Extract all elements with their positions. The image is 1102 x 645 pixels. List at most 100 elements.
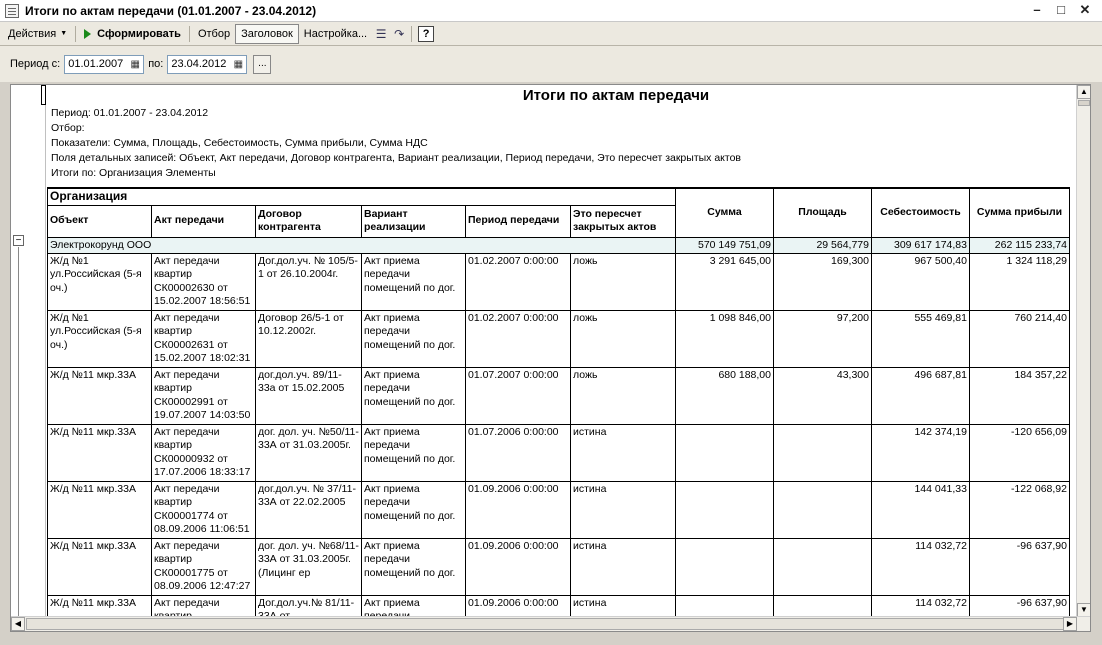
cell-sum: 3 291 645,00 bbox=[675, 252, 774, 311]
cell-profit: 760 214,40 bbox=[969, 309, 1070, 368]
column-header-act: Акт передачи bbox=[151, 204, 256, 238]
cell-contract: Дог.дол.уч. № 105/5-1 от 26.10.2004г. bbox=[255, 252, 362, 311]
help-icon[interactable]: ? bbox=[418, 25, 435, 42]
column-header-sum: Сумма bbox=[675, 187, 774, 238]
cell-object: Ж/д №11 мкр.33А bbox=[47, 366, 152, 425]
filter-button[interactable]: Отбор bbox=[193, 24, 235, 44]
restore-settings-icon[interactable]: ↷ bbox=[390, 25, 408, 43]
cell-sum: 680 188,00 bbox=[675, 366, 774, 425]
grouping-gutter: − bbox=[11, 85, 46, 617]
cell-period: 01.07.2007 0:00:00 bbox=[465, 366, 571, 425]
chevron-down-icon: ▼ bbox=[60, 29, 68, 37]
period-from-value: 01.01.2007 bbox=[68, 58, 124, 70]
cell-variant: Акт приема передачи помещений по дог. bbox=[361, 366, 466, 425]
report-document-icon bbox=[5, 3, 19, 18]
cell-contract: дог. дол. уч. №50/11-33А от 31.03.2005г. bbox=[255, 423, 362, 482]
cell-period: 01.09.2006 0:00:00 bbox=[465, 480, 571, 539]
cell-cost: 555 469,81 bbox=[871, 309, 970, 368]
cell-period: 01.02.2007 0:00:00 bbox=[465, 309, 571, 368]
report-period-line: Период: 01.01.2007 - 23.04.2012 bbox=[51, 107, 209, 119]
close-button[interactable]: ✕ bbox=[1076, 2, 1094, 18]
cell-sum bbox=[675, 537, 774, 596]
generate-button[interactable]: Сформировать bbox=[79, 24, 186, 44]
cell-area: 43,300 bbox=[773, 366, 872, 425]
column-header-area: Площадь bbox=[773, 187, 872, 238]
report-detail-fields-line: Поля детальных записей: Объект, Акт пере… bbox=[51, 152, 742, 164]
table-row[interactable]: Ж/д №11 мкр.33А Акт передачи квартир СК00… bbox=[47, 423, 1070, 482]
period-from-label: Период с: bbox=[10, 58, 61, 70]
cell-area bbox=[773, 423, 872, 482]
cell-variant: Акт приема передачи помещений по дог. bbox=[361, 309, 466, 368]
toolbar-separator bbox=[411, 25, 413, 42]
cell-recalc: истина bbox=[570, 423, 676, 482]
cell-sum bbox=[675, 423, 774, 482]
actions-menu[interactable]: Действия ▼ bbox=[3, 24, 72, 44]
cell-variant: Акт приема передачи помещений по дог. bbox=[361, 537, 466, 596]
org-column-header: Организация bbox=[47, 187, 676, 206]
cell-area bbox=[773, 480, 872, 539]
report-title: Итоги по актам передачи bbox=[522, 87, 710, 104]
save-settings-icon[interactable]: ☰ bbox=[372, 25, 390, 43]
window-controls: – □ ✕ bbox=[1028, 2, 1094, 18]
cell-contract: дог. дол. уч. №68/11-33А от 31.03.2005г.… bbox=[255, 537, 362, 596]
collapse-group-icon[interactable]: − bbox=[13, 235, 24, 246]
cell-profit: -122 068,92 bbox=[969, 480, 1070, 539]
cell-cost: 142 374,19 bbox=[871, 423, 970, 482]
horizontal-scroll-thumb[interactable] bbox=[26, 618, 1066, 630]
cell-act: Акт передачи квартир СК00002991 от 19.07… bbox=[151, 366, 256, 425]
cell-area bbox=[773, 537, 872, 596]
org-name: Электрокорунд ООО bbox=[47, 236, 676, 254]
window-title: Итоги по актам передачи (01.01.2007 - 23… bbox=[25, 3, 317, 18]
scroll-down-icon[interactable]: ▼ bbox=[1077, 603, 1090, 617]
period-from-field[interactable]: 01.01.2007 ▦ bbox=[64, 54, 145, 74]
play-icon bbox=[84, 28, 92, 39]
cell-cost: 144 041,33 bbox=[871, 480, 970, 539]
settings-button[interactable]: Настройка... bbox=[299, 24, 372, 44]
cell-profit: -96 637,90 bbox=[969, 537, 1070, 596]
calendar-icon[interactable]: ▦ bbox=[231, 57, 245, 72]
calendar-icon[interactable]: ▦ bbox=[128, 57, 142, 72]
table-row[interactable]: Ж/д №1 ул.Российская (5-я оч.) Акт переда… bbox=[47, 309, 1070, 368]
cell-profit: 1 324 118,29 bbox=[969, 252, 1070, 311]
vertical-scroll-thumb[interactable] bbox=[1078, 100, 1090, 106]
header-toggle-button[interactable]: Заголовок bbox=[235, 23, 299, 44]
cell-act: Акт передачи квартир СК00002631 от 15.02… bbox=[151, 309, 256, 368]
table-row[interactable]: Ж/д №11 мкр.33А Акт передачи квартир СК00… bbox=[47, 480, 1070, 539]
report-totals-line: Итоги по: Организация Элементы bbox=[51, 167, 216, 179]
scroll-left-icon[interactable]: ◀ bbox=[11, 617, 25, 631]
toolbar-separator bbox=[75, 25, 77, 42]
minimize-button[interactable]: – bbox=[1028, 2, 1046, 18]
maximize-button[interactable]: □ bbox=[1052, 2, 1070, 18]
cell-period: 01.09.2006 0:00:00 bbox=[465, 537, 571, 596]
vertical-scrollbar[interactable]: ▲ ▼ bbox=[1076, 85, 1090, 617]
period-to-field[interactable]: 23.04.2012 ▦ bbox=[167, 54, 248, 74]
cell-act: Акт передачи квартир СК00002630 от 15.02… bbox=[151, 252, 256, 311]
scroll-right-icon[interactable]: ▶ bbox=[1063, 617, 1077, 631]
cell-cost: 496 687,81 bbox=[871, 366, 970, 425]
period-to-value: 23.04.2012 bbox=[171, 58, 227, 70]
cell-recalc: истина bbox=[570, 537, 676, 596]
column-header-cost: Себестоимость bbox=[871, 187, 970, 238]
period-choose-button[interactable]: ... bbox=[253, 54, 272, 74]
cell-variant: Акт приема передачи помещений по дог. bbox=[361, 423, 466, 482]
period-to-label: по: bbox=[148, 58, 164, 70]
table-row[interactable]: Ж/д №11 мкр.33А Акт передачи квартир СК00… bbox=[47, 537, 1070, 596]
table-row[interactable]: Ж/д №1 ул.Российская (5-я оч.) Акт переда… bbox=[47, 252, 1070, 311]
cell-recalc: ложь bbox=[570, 366, 676, 425]
org-total-sum: 570 149 751,09 bbox=[675, 236, 774, 254]
scroll-up-icon[interactable]: ▲ bbox=[1077, 85, 1090, 99]
column-header-period: Период передачи bbox=[465, 204, 571, 238]
cell-area: 97,200 bbox=[773, 309, 872, 368]
command-bar: Действия ▼ Сформировать Отбор Заголовок … bbox=[0, 22, 1102, 46]
org-total-row[interactable]: Электрокорунд ООО 570 149 751,09 29 564,… bbox=[47, 236, 1070, 254]
horizontal-scrollbar[interactable]: ◀ ▶ bbox=[11, 616, 1090, 631]
cell-act: Акт передачи квартир СК00001775 от 08.09… bbox=[151, 537, 256, 596]
cell-object: Ж/д №11 мкр.33А bbox=[47, 480, 152, 539]
report-spreadsheet[interactable]: − Итоги по актам передачи Период: 01.01.… bbox=[10, 84, 1091, 632]
cell-cost: 967 500,40 bbox=[871, 252, 970, 311]
cell-recalc: ложь bbox=[570, 252, 676, 311]
table-row[interactable]: Ж/д №11 мкр.33А Акт передачи квартир СК00… bbox=[47, 366, 1070, 425]
cell-variant: Акт приема передачи помещений по дог. bbox=[361, 480, 466, 539]
cell-variant: Акт приема передачи помещений по дог. bbox=[361, 252, 466, 311]
column-header-contract: Договор контрагента bbox=[255, 204, 362, 238]
